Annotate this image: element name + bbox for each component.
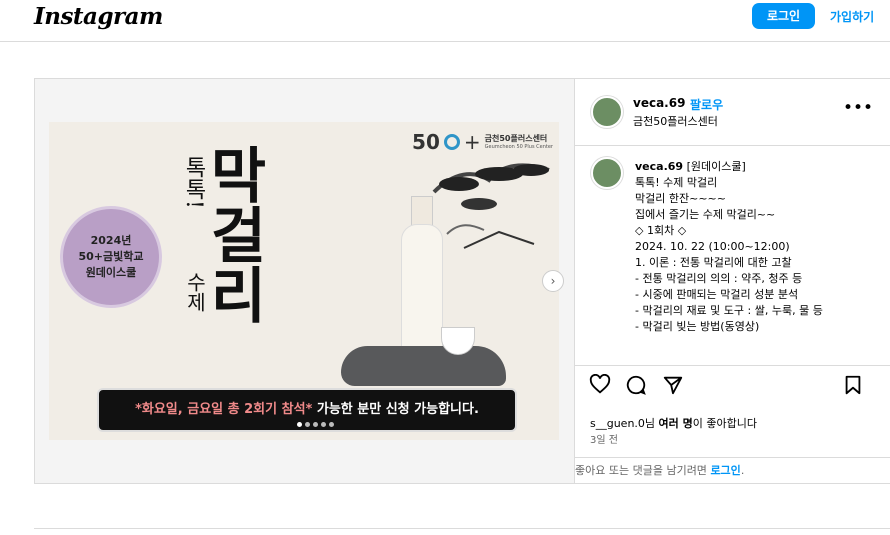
carousel-dot[interactable]: [305, 422, 310, 427]
rock-icon: [341, 346, 506, 386]
badge-school: 50+금빛학교: [78, 250, 144, 263]
liker-username[interactable]: s__guen.0: [590, 417, 645, 430]
poster-title-main: 막걸리: [198, 144, 268, 324]
center-subname: Geumcheon 50 Plus Center: [484, 144, 553, 150]
follow-button[interactable]: 팔로우: [690, 96, 723, 113]
comment-icon[interactable]: [625, 374, 647, 396]
likes-summary: s__guen.0님 여러 명이 좋아합니다: [590, 417, 757, 430]
login-link[interactable]: 로그인: [710, 464, 740, 477]
bookmark-icon[interactable]: [842, 374, 864, 396]
caption-avatar[interactable]: [591, 157, 623, 189]
username-link[interactable]: veca.69: [633, 96, 685, 110]
likes-others-link[interactable]: 여러 명: [659, 417, 693, 430]
center-logo-ring-icon: [443, 134, 460, 150]
poster-image: 50 + 금천50플러스센터 Geumcheon 50 Plus Center …: [49, 122, 559, 440]
location-link[interactable]: 금천50플러스센터: [633, 113, 718, 129]
post-date: 3일 전: [590, 435, 618, 446]
chevron-right-icon[interactable]: ›: [542, 270, 564, 292]
heart-icon[interactable]: [589, 374, 611, 396]
pine-tree-illustration: [432, 163, 550, 249]
center-logo-plus-icon: +: [463, 130, 481, 154]
badge-year: 2024년: [90, 234, 132, 247]
action-bar: [575, 365, 890, 402]
caption-text: veca.69 [원데이스쿨] 톡톡! 수제 막걸리 막걸리 한잔~~~~ 집에…: [635, 160, 823, 333]
footer-divider: [34, 528, 890, 529]
center-logo-number: 50: [412, 130, 440, 154]
badge-program: 원데이스쿨: [85, 266, 137, 279]
instagram-logo[interactable]: Instagram: [34, 3, 163, 30]
post-header: veca.69 팔로우 금천50플러스센터 •••: [575, 79, 890, 146]
more-options-icon[interactable]: •••: [843, 100, 873, 117]
caption-username[interactable]: veca.69: [635, 160, 683, 173]
carousel-dot[interactable]: [313, 422, 318, 427]
top-bar: Instagram 로그인 가입하기: [0, 0, 890, 42]
signup-link[interactable]: 가입하기: [830, 8, 874, 25]
carousel-dots: [297, 422, 334, 427]
avatar[interactable]: [591, 96, 623, 128]
carousel-dot[interactable]: [321, 422, 326, 427]
banner-highlight: *화요일, 금요일 총 2회기 참석*: [135, 402, 313, 417]
login-button[interactable]: 로그인: [752, 3, 815, 29]
center-logo: 50 + 금천50플러스센터 Geumcheon 50 Plus Center: [412, 130, 553, 154]
school-badge: 2024년 50+금빛학교 원데이스쿨: [60, 206, 162, 308]
banner-text: 가능한 분만 신청 가능합니다.: [312, 402, 479, 417]
poster-title-side: 수제: [183, 272, 207, 312]
carousel-dot[interactable]: [297, 422, 302, 427]
post-sidebar: veca.69 팔로우 금천50플러스센터 ••• veca.69 [원데이스쿨…: [574, 79, 890, 483]
center-name: 금천50플러스센터: [484, 134, 548, 143]
login-prompt: 좋아요 또는 댓글을 남기려면 로그인.: [575, 457, 890, 484]
share-icon[interactable]: [662, 374, 684, 396]
carousel-dot[interactable]: [329, 422, 334, 427]
post-media: 50 + 금천50플러스센터 Geumcheon 50 Plus Center …: [35, 79, 574, 483]
post-card: 50 + 금천50플러스센터 Geumcheon 50 Plus Center …: [34, 78, 890, 484]
